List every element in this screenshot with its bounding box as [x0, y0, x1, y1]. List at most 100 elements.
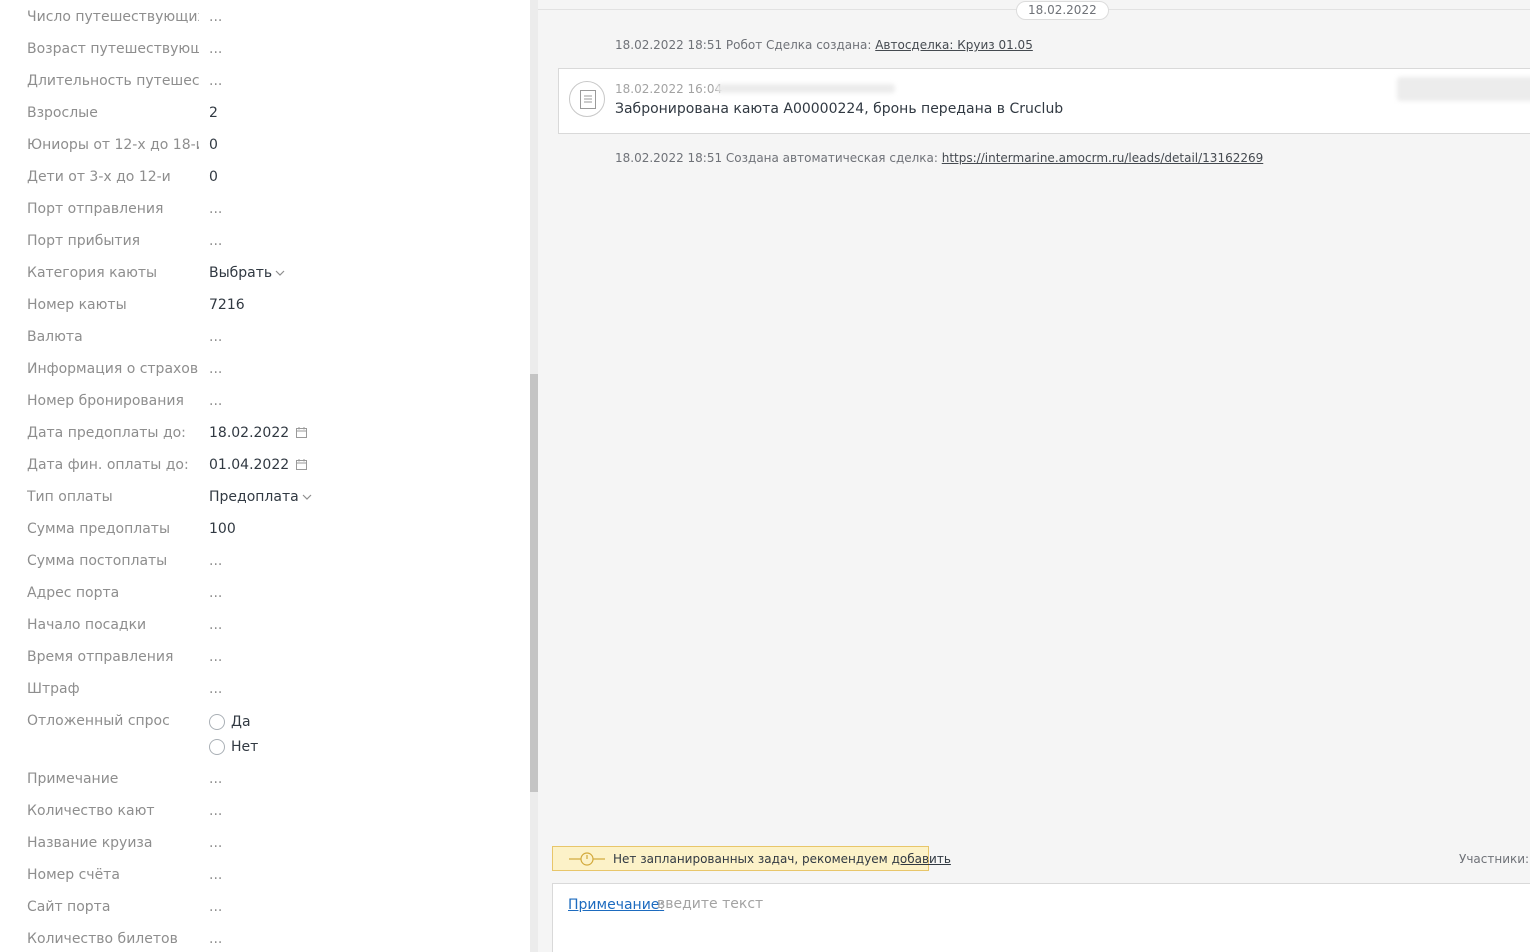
radio-button[interactable] [209, 714, 225, 730]
field-value[interactable]: ... [209, 771, 222, 787]
field-label: Число путешествующих [27, 9, 199, 25]
event-auto-deal-link[interactable]: https://intermarine.amocrm.ru/leads/deta… [942, 151, 1264, 165]
field-value-text[interactable]: ... [209, 617, 222, 633]
field-value[interactable]: ... [209, 73, 222, 89]
note-composer[interactable]: Примечание: [552, 883, 1530, 952]
radio-button[interactable] [209, 739, 225, 755]
field-value[interactable]: ... [209, 393, 222, 409]
field-value[interactable]: ... [209, 931, 222, 947]
radio-option[interactable]: Нет [209, 737, 258, 757]
field-value-text[interactable]: 7216 [209, 297, 245, 313]
field-label: Порт отправления [27, 201, 164, 217]
field-label: Штраф [27, 681, 80, 697]
feed-event-auto-deal: 18.02.2022 18:51 Создана автоматическая … [615, 151, 1263, 165]
field-value[interactable]: ... [209, 41, 222, 57]
field-value[interactable]: ... [209, 233, 222, 249]
field-value-text[interactable]: 100 [209, 521, 236, 537]
field-value-text[interactable]: ... [209, 553, 222, 569]
field-row: Название круиза... [0, 826, 530, 858]
field-value[interactable]: ... [209, 361, 222, 377]
field-value[interactable]: 7216 [209, 297, 245, 313]
field-value[interactable]: ... [209, 899, 222, 915]
field-row: Длительность путешестви... [0, 64, 530, 96]
field-value-text[interactable]: Предоплата [209, 489, 299, 505]
composer-type-switch[interactable]: Примечание: [568, 897, 664, 913]
field-value[interactable]: 2 [209, 105, 218, 121]
field-value-text[interactable]: ... [209, 585, 222, 601]
calendar-icon[interactable] [296, 427, 308, 438]
field-row: Время отправления... [0, 640, 530, 672]
field-select[interactable]: Предоплата [209, 489, 312, 505]
field-value-text[interactable]: ... [209, 771, 222, 787]
field-label: Номер каюты [27, 297, 127, 313]
field-label: Сайт порта [27, 899, 111, 915]
field-value[interactable]: ... [209, 681, 222, 697]
field-value-text[interactable]: ... [209, 233, 222, 249]
field-value-text[interactable]: ... [209, 803, 222, 819]
field-value-text[interactable]: ... [209, 867, 222, 883]
note-input[interactable] [657, 896, 1357, 912]
field-value[interactable]: ... [209, 867, 222, 883]
field-value-text[interactable]: ... [209, 73, 222, 89]
field-value-text[interactable]: ... [209, 361, 222, 377]
chevron-down-icon [302, 494, 312, 500]
field-value-text[interactable]: 2 [209, 105, 218, 121]
field-value[interactable]: ... [209, 803, 222, 819]
field-value-text[interactable]: ... [209, 9, 222, 25]
no-tasks-message: Нет запланированных задач, рекомендуем [613, 852, 892, 866]
field-value-text[interactable]: 18.02.2022 [209, 425, 289, 441]
scrollbar-thumb[interactable] [530, 374, 538, 792]
field-label: Тип оплаты [27, 489, 113, 505]
field-value[interactable]: ... [209, 9, 222, 25]
activity-feed: 18.02.2022 18.02.2022 18:51 Робот Сделка… [538, 0, 1530, 952]
add-task-link[interactable]: добавить [892, 852, 951, 866]
field-value-text[interactable]: ... [209, 681, 222, 697]
field-value[interactable]: ... [209, 329, 222, 345]
field-row: Штраф... [0, 672, 530, 704]
note-text: Забронирована каюта A00000224, бронь пер… [615, 101, 1064, 117]
field-value[interactable]: 100 [209, 521, 236, 537]
field-value-text[interactable]: ... [209, 899, 222, 915]
field-row: Дата предоплаты до: 18.02.2022 [0, 416, 530, 448]
field-value-text[interactable]: 01.04.2022 [209, 457, 289, 473]
field-value-text[interactable]: ... [209, 931, 222, 947]
left-panel-scrollbar[interactable] [530, 0, 538, 952]
calendar-icon[interactable] [296, 459, 308, 470]
field-value-text[interactable]: ... [209, 41, 222, 57]
field-label: Название круиза [27, 835, 153, 851]
field-value-text[interactable]: ... [209, 329, 222, 345]
field-value[interactable]: 0 [209, 137, 218, 153]
field-label: Номер счёта [27, 867, 120, 883]
field-value[interactable]: 0 [209, 169, 218, 185]
chevron-down-icon [275, 270, 285, 276]
composer-type-label[interactable]: Примечание [568, 897, 659, 913]
no-tasks-banner: Нет запланированных задач, рекомендуем д… [552, 846, 951, 871]
event-text: 18.02.2022 18:51 Создана автоматическая … [615, 151, 942, 165]
field-value[interactable]: ... [209, 835, 222, 851]
field-value-text[interactable]: Выбрать [209, 265, 272, 281]
field-value[interactable]: ... [209, 201, 222, 217]
field-value-text[interactable]: ... [209, 649, 222, 665]
field-value-text[interactable]: 0 [209, 137, 218, 153]
field-value-text[interactable]: 0 [209, 169, 218, 185]
field-row: Сумма постоплаты... [0, 544, 530, 576]
field-label: Отложенный спрос [27, 713, 170, 729]
field-value[interactable]: ... [209, 553, 222, 569]
field-value[interactable]: ... [209, 649, 222, 665]
field-value[interactable]: ... [209, 617, 222, 633]
field-value-text[interactable]: ... [209, 201, 222, 217]
field-select[interactable]: Выбрать [209, 265, 285, 281]
event-deal-link[interactable]: Автосделка: Круиз 01.05 [875, 38, 1033, 52]
field-value-text[interactable]: ... [209, 835, 222, 851]
field-row: Валюта... [0, 320, 530, 352]
field-value-text[interactable]: ... [209, 393, 222, 409]
field-date[interactable]: 01.04.2022 [209, 457, 308, 473]
field-date[interactable]: 18.02.2022 [209, 425, 308, 441]
radio-label: Нет [231, 739, 259, 755]
field-label: Информация о страховке [27, 361, 199, 377]
field-row: Взрослые 2 [0, 96, 530, 128]
radio-option[interactable]: Да [209, 712, 251, 732]
field-row: Начало посадки... [0, 608, 530, 640]
field-value[interactable]: ... [209, 585, 222, 601]
participants-count[interactable]: Участники: 0 [1459, 852, 1530, 866]
